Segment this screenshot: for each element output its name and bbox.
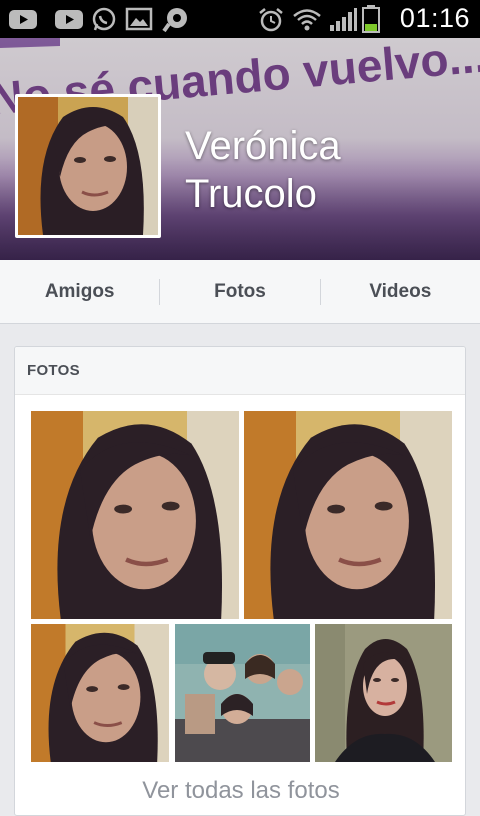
- photos-section-title: FOTOS: [27, 362, 80, 379]
- photo-thumbnail[interactable]: [244, 411, 452, 619]
- status-bar: 01:16: [0, 0, 480, 38]
- alarm-icon: [259, 8, 283, 32]
- photo-image: [315, 624, 452, 762]
- profile-name: Verónica Trucolo: [185, 124, 341, 216]
- gallery-icon: [125, 7, 153, 31]
- battery-icon: [362, 5, 380, 33]
- youtube-icon: [55, 10, 83, 29]
- photo-thumbnail[interactable]: [175, 624, 310, 762]
- photo-image: [31, 624, 169, 762]
- photo-thumbnail[interactable]: [315, 624, 452, 762]
- see-all-photos-link[interactable]: Ver todas las fotos: [15, 777, 465, 805]
- photo-image: [175, 624, 310, 762]
- profile-picture[interactable]: [15, 94, 161, 238]
- tab-amigos[interactable]: Amigos: [0, 281, 159, 303]
- photo-image: [244, 411, 452, 619]
- photo-thumbnail[interactable]: [31, 624, 169, 762]
- clock: 01:16: [399, 3, 470, 33]
- cover-photo[interactable]: No sé cuando vuelvo... Verónica Trucolo: [0, 38, 480, 260]
- messenger-icon: [162, 8, 187, 33]
- profile-tabs: Amigos Fotos Videos: [0, 260, 480, 324]
- youtube-icon: [9, 10, 37, 29]
- photos-card-header: FOTOS: [15, 347, 465, 395]
- tab-fotos[interactable]: Fotos: [160, 281, 319, 303]
- tab-videos[interactable]: Videos: [321, 281, 480, 303]
- photo-thumbnail[interactable]: [31, 411, 239, 619]
- whatsapp-icon: [92, 7, 116, 31]
- wifi-icon: [293, 9, 321, 31]
- photos-card: FOTOS Ver todas las fotos: [14, 346, 466, 816]
- profile-photo-image: [18, 97, 158, 235]
- photo-image: [31, 411, 239, 619]
- signal-icon: [330, 8, 357, 31]
